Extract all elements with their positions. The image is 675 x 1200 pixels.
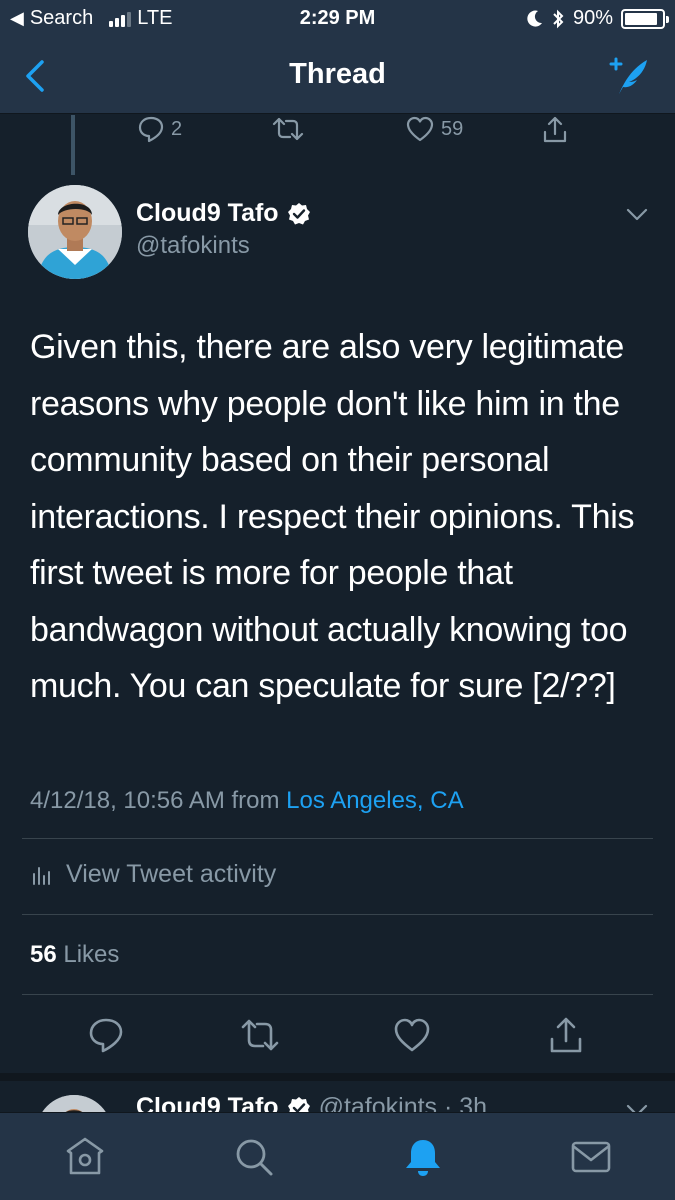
likes-label: Likes xyxy=(56,941,120,968)
author-handle[interactable]: @tafokints xyxy=(136,232,250,260)
previous-reply-button[interactable]: 2 xyxy=(137,115,182,143)
next-author-handle-time: @tafokints · 3h xyxy=(318,1093,488,1112)
previous-like-button[interactable]: 59 xyxy=(405,115,463,143)
home-icon[interactable] xyxy=(63,1135,107,1179)
previous-share-button[interactable] xyxy=(541,115,569,145)
author-avatar[interactable] xyxy=(28,185,122,279)
chevron-down-icon[interactable] xyxy=(625,207,649,223)
likes-summary[interactable]: 56 Likes xyxy=(30,941,119,969)
next-tweet-author[interactable]: Cloud9 Tafo @tafokints · 3h xyxy=(136,1093,487,1112)
status-right: 90% xyxy=(527,7,669,30)
page-title: Thread xyxy=(289,58,386,90)
avatar-image xyxy=(36,1095,112,1112)
verified-icon xyxy=(287,1096,310,1112)
battery-icon xyxy=(621,8,669,29)
activity-label: View Tweet activity xyxy=(66,860,277,888)
share-icon[interactable] xyxy=(546,1015,586,1055)
reply-icon[interactable] xyxy=(86,1015,126,1055)
like-icon xyxy=(406,116,434,142)
divider xyxy=(22,914,653,915)
compose-icon[interactable] xyxy=(607,54,651,98)
location-link[interactable]: Los Angeles, CA xyxy=(286,787,463,814)
bluetooth-icon xyxy=(553,9,564,28)
navigation-bar: Thread xyxy=(0,38,675,114)
next-tweet-avatar[interactable] xyxy=(36,1095,112,1112)
thread-content[interactable]: 2 59 Cloud9 Tafo @tafokints Given this, … xyxy=(0,115,675,1112)
view-tweet-activity-button[interactable]: View Tweet activity xyxy=(30,860,276,889)
chevron-down-icon[interactable] xyxy=(625,1103,649,1112)
avatar-image xyxy=(28,185,122,279)
battery-percent: 90% xyxy=(572,7,613,29)
activity-icon xyxy=(33,866,50,885)
messages-icon[interactable] xyxy=(569,1135,613,1179)
tab-bar xyxy=(0,1112,675,1200)
divider xyxy=(22,838,653,839)
share-icon xyxy=(543,116,567,143)
previous-tweet-actions: 2 59 xyxy=(0,115,675,145)
tweet-actions xyxy=(0,1015,675,1055)
author-name[interactable]: Cloud9 Tafo xyxy=(136,199,311,228)
tweet-text: Given this, there are also very legitima… xyxy=(30,328,635,705)
notifications-icon[interactable] xyxy=(401,1135,445,1179)
search-icon[interactable] xyxy=(232,1135,276,1179)
next-tweet[interactable]: Cloud9 Tafo @tafokints · 3h xyxy=(0,1073,675,1112)
reply-icon xyxy=(138,116,164,143)
verified-icon xyxy=(287,202,310,224)
like-icon[interactable] xyxy=(392,1015,432,1055)
retweet-icon[interactable] xyxy=(240,1015,280,1055)
status-bar: ◀ Search LTE 2:29 PM 90% xyxy=(0,0,675,38)
next-author-name: Cloud9 Tafo xyxy=(136,1093,279,1112)
previous-reply-count: 2 xyxy=(171,117,183,140)
previous-like-count: 59 xyxy=(441,117,464,140)
timestamp-text: 4/12/18, 10:56 AM from xyxy=(30,787,287,814)
do-not-disturb-icon xyxy=(527,10,542,27)
author-name-text: Cloud9 Tafo xyxy=(136,199,279,227)
tweet-timestamp: 4/12/18, 10:56 AM from Los Angeles, CA xyxy=(30,787,464,815)
previous-retweet-button[interactable] xyxy=(272,115,304,143)
likes-count: 56 xyxy=(30,941,57,968)
divider xyxy=(22,994,653,995)
retweet-icon xyxy=(272,117,304,141)
